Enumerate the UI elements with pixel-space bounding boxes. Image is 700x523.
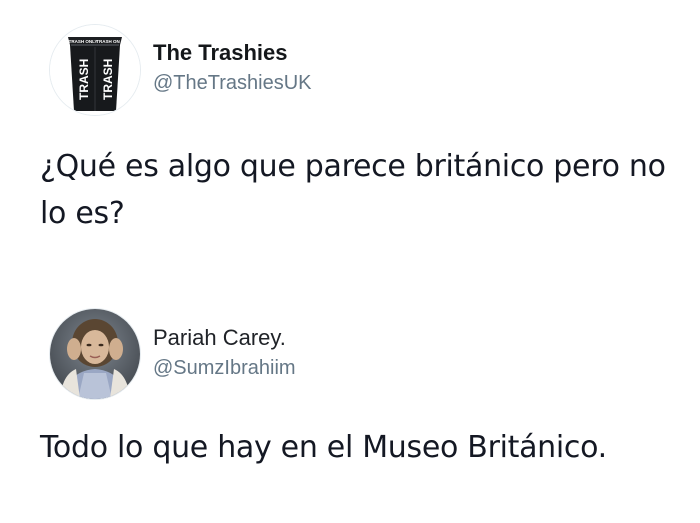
bin-label-right: TRASH xyxy=(101,59,115,100)
user-handle[interactable]: @TheTrashiesUK xyxy=(153,70,312,96)
lid-text-left: TRASH ONLY xyxy=(69,39,98,44)
tweet-author: Pariah Carey. @SumzIbrahiim xyxy=(153,325,296,381)
tweet-text: ¿Qué es algo que parece británico pero n… xyxy=(40,149,666,231)
trash-bin-icon: TRASH ONLY TRASH ON TRASH TRASH xyxy=(50,25,140,115)
avatar-the-trashies[interactable]: TRASH ONLY TRASH ON TRASH TRASH xyxy=(50,25,140,115)
lid-text-right: TRASH ON xyxy=(96,39,120,44)
avatar-pariah-carey[interactable] xyxy=(50,309,140,399)
tweet-reply: Pariah Carey. @SumzIbrahiim Todo lo que … xyxy=(0,292,700,523)
profile-photo-icon xyxy=(50,309,140,399)
bin-label-left: TRASH xyxy=(77,59,91,100)
tweet-text: Todo lo que hay en el Museo Británico. xyxy=(40,430,607,465)
display-name[interactable]: The Trashies xyxy=(153,40,312,66)
tweet-author: The Trashies @TheTrashiesUK xyxy=(153,40,312,96)
tweet-original: TRASH ONLY TRASH ON TRASH TRASH The Tras… xyxy=(0,0,700,262)
display-name[interactable]: Pariah Carey. xyxy=(153,325,296,351)
user-handle[interactable]: @SumzIbrahiim xyxy=(153,355,296,381)
